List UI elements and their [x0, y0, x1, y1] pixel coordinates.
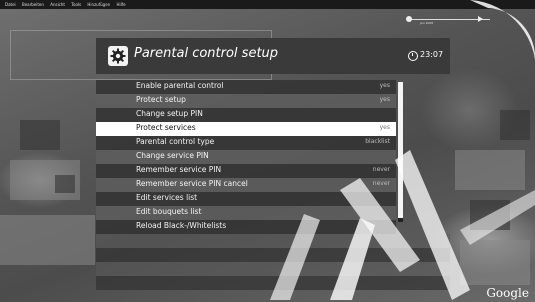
menu-item[interactable]: Ansicht: [50, 2, 65, 7]
scrollbar-thumb[interactable]: [398, 82, 403, 218]
menu-item-label: Change setup PIN: [136, 109, 203, 118]
menu-item-edit-services-list[interactable]: Edit services list: [96, 192, 396, 206]
dialog-title: Parental control setup: [134, 46, 279, 61]
clock-time: 23:07: [420, 50, 444, 59]
menu-item-value: never: [372, 166, 390, 173]
menu-item-protect-services[interactable]: Protect services yes: [96, 122, 396, 136]
menu-item-value: yes: [379, 82, 390, 89]
menu-item-value: never: [372, 180, 390, 187]
menu-item-remember-service-pin-cancel[interactable]: Remember service PIN cancel never: [96, 178, 396, 192]
menu-item-label: Edit services list: [136, 193, 198, 202]
empty-row: [96, 234, 450, 248]
time-slider[interactable]: Jan 2008: [380, 13, 530, 27]
menu-item-change-setup-pin[interactable]: Change setup PIN: [96, 108, 396, 122]
google-logo: Google: [486, 286, 529, 300]
menu-item-label: Change service PIN: [136, 151, 209, 160]
menu-item-label: Enable parental control: [136, 81, 224, 90]
menu-item-enable-parental-control[interactable]: Enable parental control yes: [96, 80, 396, 94]
menu-item-label: Remember service PIN cancel: [136, 179, 248, 188]
menu-item-label: Parental control type: [136, 137, 215, 146]
app-menu-bar: Datei Bearbeiten Ansicht Tools Hinzufüge…: [0, 0, 535, 9]
clock-icon: [408, 51, 418, 61]
parental-control-dialog: Parental control setup 23:07 Enable pare…: [96, 38, 450, 300]
empty-row: [96, 262, 450, 276]
menu-item-label: Protect services: [136, 123, 196, 132]
menu-item-label: Remember service PIN: [136, 165, 222, 174]
menu-item-value: yes: [379, 124, 390, 131]
menu-item-value: blacklist: [365, 138, 390, 145]
settings-list: Enable parental control yes Protect setu…: [96, 80, 450, 290]
empty-row: [96, 248, 450, 262]
menu-item-label: Reload Black-/Whitelists: [136, 221, 227, 230]
menu-item-label: Protect setup: [136, 95, 186, 104]
menu-item-reload-black-whitelists[interactable]: Reload Black-/Whitelists: [96, 220, 396, 234]
dialog-header: Parental control setup 23:07: [96, 38, 450, 74]
scrollbar[interactable]: [398, 82, 403, 222]
menu-item[interactable]: Hinzufügen: [87, 2, 110, 7]
time-slider-handle[interactable]: [406, 16, 412, 22]
empty-row: [96, 276, 450, 290]
menu-item[interactable]: Datei: [5, 2, 16, 7]
menu-item[interactable]: Bearbeiten: [22, 2, 44, 7]
menu-item-protect-setup[interactable]: Protect setup yes: [96, 94, 396, 108]
menu-item-edit-bouquets-list[interactable]: Edit bouquets list: [96, 206, 396, 220]
gear-icon: [108, 46, 128, 66]
menu-item[interactable]: Tools: [71, 2, 81, 7]
play-icon[interactable]: [478, 16, 483, 22]
menu-item-value: yes: [379, 96, 390, 103]
menu-item-label: Edit bouquets list: [136, 207, 202, 216]
time-slider-date: Jan 2008: [420, 21, 434, 25]
menu-item[interactable]: Hilfe: [116, 2, 125, 7]
menu-item-remember-service-pin[interactable]: Remember service PIN never: [96, 164, 396, 178]
menu-item-change-service-pin[interactable]: Change service PIN: [96, 150, 396, 164]
menu-item-parental-control-type[interactable]: Parental control type blacklist: [96, 136, 396, 150]
